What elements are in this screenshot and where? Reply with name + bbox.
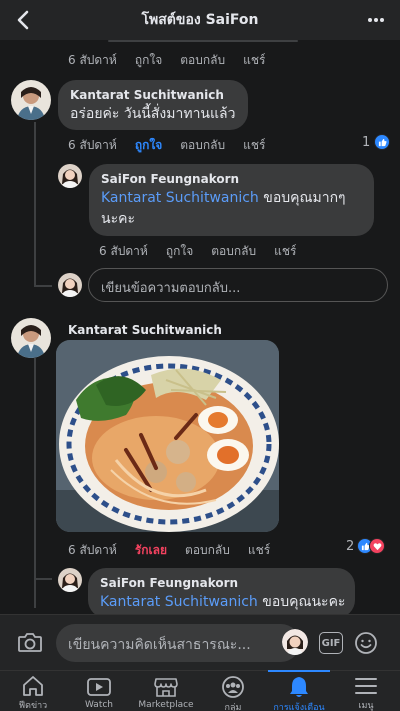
share-button[interactable]: แชร์ <box>243 51 265 70</box>
tab-home[interactable]: ฟีดข่าว <box>0 671 66 711</box>
previous-bubble-edge <box>108 40 298 42</box>
reaction-summary[interactable]: 2 <box>346 538 386 554</box>
marketplace-icon <box>153 675 179 699</box>
avatar <box>58 273 82 297</box>
timestamp: 6 สัปดาห์ <box>68 543 117 557</box>
like-button[interactable]: ถูกใจ <box>135 51 162 70</box>
love-reaction-icon <box>369 538 386 554</box>
like-button[interactable]: ถูกใจ <box>166 242 193 261</box>
mention-link[interactable]: Kantarat Suchitwanich <box>100 594 258 610</box>
reply-bubble: SaiFon Feungnakorn Kantarat Suchitwanich… <box>89 164 374 236</box>
comment-actions: 6 สัปดาห์ ถูกใจ ตอบกลับ แชร์ <box>68 136 283 155</box>
comment-author[interactable]: Kantarat Suchitwanich <box>68 323 222 337</box>
love-button[interactable]: รักเลย <box>135 541 167 560</box>
thread-line <box>34 285 52 287</box>
back-button[interactable] <box>10 7 36 33</box>
gif-button[interactable]: GIF <box>319 632 343 654</box>
reply-bubble: SaiFon Feungnakorn Kantarat Suchitwanich… <box>88 568 355 618</box>
tab-groups[interactable]: กลุ่ม <box>200 671 266 711</box>
active-tab-indicator <box>268 670 330 672</box>
reaction-count: 1 <box>362 134 371 150</box>
tab-marketplace[interactable]: Marketplace <box>133 671 199 711</box>
reaction-count: 2 <box>346 538 355 554</box>
smiley-icon <box>355 632 377 654</box>
reply-text: Kantarat Suchitwanich ขอบคุณมากๆนะคะ <box>101 190 346 227</box>
like-reaction-icon <box>374 134 391 150</box>
more-options-button[interactable] <box>364 8 388 32</box>
thread-line <box>34 122 36 287</box>
bottom-tab-bar: ฟีดข่าว Watch Marketplace กลุ่ม การแจ้งเ… <box>0 670 400 711</box>
comment-text: อร่อยค่ะ วันนี้สั่งมาทานแล้ว <box>70 106 236 122</box>
share-button[interactable]: แชร์ <box>274 242 296 261</box>
timestamp: 6 สัปดาห์ <box>68 138 117 152</box>
share-button[interactable]: แชร์ <box>248 541 270 560</box>
groups-icon <box>221 675 245 699</box>
comment-actions: 6 สัปดาห์ รักเลย ตอบกลับ แชร์ <box>68 541 288 560</box>
menu-icon <box>355 675 377 697</box>
camera-button[interactable] <box>17 631 43 657</box>
home-icon <box>21 675 45 697</box>
avatar-sticker-button[interactable] <box>282 629 308 655</box>
page-title: โพสต์ของ SaiFon <box>141 12 259 28</box>
reply-button[interactable]: ตอบกลับ <box>185 541 230 560</box>
reply-button[interactable]: ตอบกลับ <box>180 136 225 155</box>
reply-button[interactable]: ตอบกลับ <box>180 51 225 70</box>
avatar[interactable] <box>58 164 82 188</box>
bell-icon <box>288 675 310 699</box>
emoji-button[interactable] <box>354 631 378 659</box>
reply-actions: 6 สัปดาห์ ถูกใจ ตอบกลับ แชร์ <box>99 242 314 261</box>
more-dots-icon <box>368 18 384 22</box>
tab-menu[interactable]: เมนู <box>333 671 399 711</box>
avatar[interactable] <box>11 80 51 120</box>
timestamp: 6 สัปดาห์ <box>68 53 117 67</box>
comment-actions: 6 สัปดาห์ ถูกใจ ตอบกลับ แชร์ <box>68 51 283 70</box>
comment-input[interactable]: เขียนความคิดเห็นสาธารณะ... <box>56 624 300 662</box>
top-bar: โพสต์ของ SaiFon <box>0 0 400 40</box>
comment-composer: เขียนความคิดเห็นสาธารณะ... GIF <box>0 614 400 670</box>
tab-notifications[interactable]: การแจ้งเตือน <box>266 671 332 711</box>
share-button[interactable]: แชร์ <box>243 136 265 155</box>
thread-line <box>34 358 36 608</box>
mention-link[interactable]: Kantarat Suchitwanich <box>101 190 259 206</box>
reply-author[interactable]: SaiFon Feungnakorn <box>100 576 343 590</box>
camera-icon <box>18 633 42 652</box>
comment-bubble: Kantarat Suchitwanich อร่อยค่ะ วันนี้สั่… <box>58 80 248 130</box>
reaction-summary[interactable]: 1 <box>362 134 391 150</box>
reply-input[interactable]: เขียนข้อความตอบกลับ... <box>88 268 388 302</box>
comment-photo[interactable] <box>56 340 279 532</box>
tab-watch[interactable]: Watch <box>66 671 132 711</box>
reply-button[interactable]: ตอบกลับ <box>211 242 256 261</box>
watch-icon <box>86 675 112 699</box>
back-arrow-icon <box>17 10 29 30</box>
reply-text: Kantarat Suchitwanich ขอบคุณนะคะ <box>100 594 346 610</box>
avatar[interactable] <box>11 318 51 358</box>
reply-author[interactable]: SaiFon Feungnakorn <box>101 172 362 186</box>
timestamp: 6 สัปดาห์ <box>99 244 148 258</box>
like-button[interactable]: ถูกใจ <box>135 136 162 155</box>
avatar[interactable] <box>58 568 82 592</box>
comment-author[interactable]: Kantarat Suchitwanich <box>70 88 236 102</box>
